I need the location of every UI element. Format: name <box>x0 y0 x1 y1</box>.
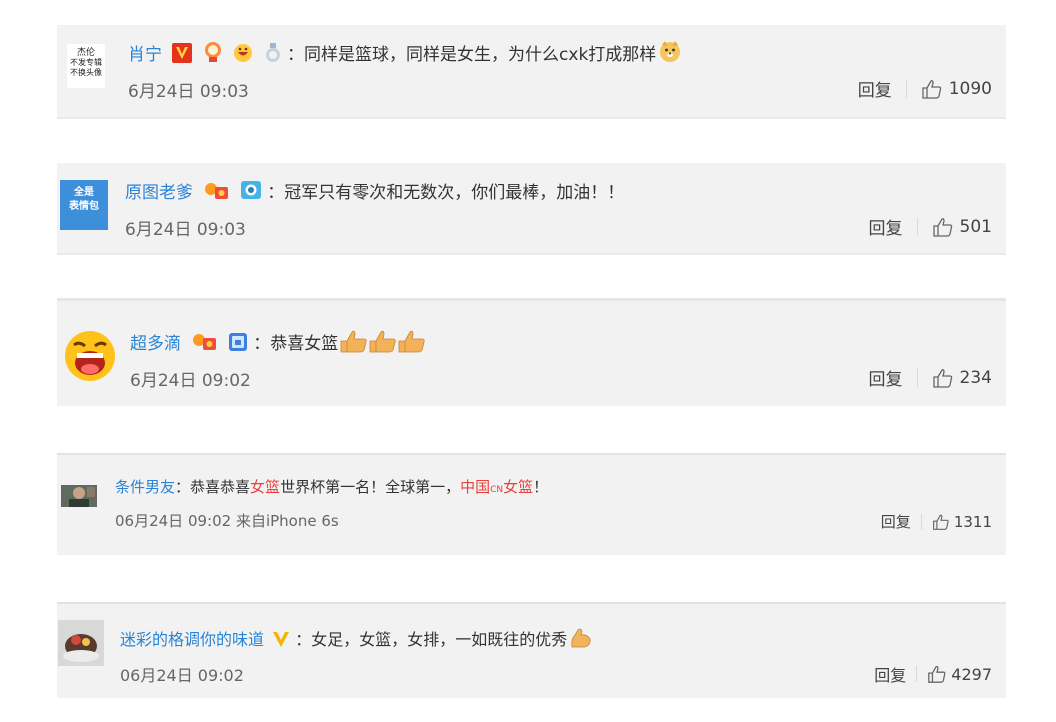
topic-link[interactable]: 中国CN女篮 <box>460 478 533 496</box>
laugh-emoji-icon <box>233 43 253 68</box>
reply-button[interactable]: 回复 <box>869 365 903 390</box>
comment-line: 肖宁 ：同样是篮球，同样是女生，为什么cxk打成那样 <box>128 39 682 68</box>
like-icon <box>932 513 950 531</box>
divider <box>916 368 918 387</box>
comment-text: 同样是篮球，同样是女生，为什么cxk打成那样 <box>304 45 657 65</box>
like-count: 4297 <box>951 664 992 684</box>
comment-text: 女足，女篮，女排，一如既往的优秀 <box>311 630 568 649</box>
divider <box>916 217 918 236</box>
avatar[interactable] <box>58 620 104 666</box>
like-count: 501 <box>959 216 992 237</box>
comment-actions: 回复 1311 <box>881 511 992 532</box>
comment-time: 6月24日 09:02 <box>130 371 251 391</box>
like-icon <box>927 664 947 684</box>
like-count: 234 <box>959 367 992 388</box>
like-icon <box>921 78 943 100</box>
username[interactable]: 条件男友 <box>115 478 175 496</box>
reply-button[interactable]: 回复 <box>869 214 903 239</box>
comment-actions: 回复 1090 <box>858 76 992 102</box>
vip-v-icon <box>272 630 290 652</box>
avatar[interactable] <box>63 329 117 383</box>
comment-text: 恭喜女篮 <box>270 334 339 354</box>
like-button[interactable]: 501 <box>932 216 992 238</box>
muscle-emoji-icon <box>569 627 593 653</box>
comment-actions: 回复 234 <box>869 365 992 391</box>
username[interactable]: 原图老爹 <box>125 183 193 203</box>
comment-actions: 回复 4297 <box>874 662 992 686</box>
comment-line: 原图老爹 ：冠军只有零次和无数次，你们最棒，加油！！ <box>125 178 624 206</box>
comment-card: 杰伦 不发专辑 不换头像 肖宁 ：同样是篮球，同样是女生，为什么cxk打成那样 … <box>57 25 1006 117</box>
divider <box>905 79 907 98</box>
divider <box>920 513 922 530</box>
user-photo-icon <box>57 473 101 513</box>
comment-card: 全是 表情包 原图老爹 ：冠军只有零次和无数次，你们最棒，加油！！ 6月24日 … <box>57 163 1006 253</box>
divider <box>916 666 918 682</box>
like-button[interactable]: 1311 <box>932 513 992 531</box>
calendar-badge-icon <box>228 332 248 357</box>
silver-medal-icon <box>264 43 282 68</box>
comment-time: 06月24日 09:02 <box>120 666 244 685</box>
like-button[interactable]: 1090 <box>921 78 992 100</box>
fan-badge-icon <box>191 332 217 357</box>
username[interactable]: 肖宁 <box>128 45 162 65</box>
like-button[interactable]: 234 <box>932 367 992 389</box>
comment-card: 超多滴 ：恭喜女篮 6月24日 09:02 回复 234 <box>57 298 1006 406</box>
doge-emoji-icon <box>658 39 682 68</box>
like-count: 1090 <box>948 78 992 99</box>
avatar[interactable]: 全是 表情包 <box>60 180 108 230</box>
like-icon <box>932 367 954 389</box>
comment-text: 恭喜恭喜女篮世界杯第一名！全球第一，中国CN女篮！ <box>190 478 549 496</box>
reply-button[interactable]: 回复 <box>858 76 892 101</box>
comment-time: 6月24日 09:03 <box>128 82 249 102</box>
laughing-face-icon <box>65 331 115 381</box>
like-icon <box>932 216 954 238</box>
reply-button[interactable]: 回复 <box>881 511 911 532</box>
vip-v-icon <box>172 43 193 68</box>
comment-time: 06月24日 09:02 来自iPhone 6s <box>115 512 339 530</box>
camera-badge-icon <box>240 179 262 206</box>
thumbs-up-emoji-icon <box>339 329 425 358</box>
comment-card: 条件男友：恭喜恭喜女篮世界杯第一名！全球第一，中国CN女篮！ 06月24日 09… <box>57 453 1006 555</box>
medal-icon <box>203 41 223 68</box>
comment-actions: 回复 501 <box>869 214 992 240</box>
like-button[interactable]: 4297 <box>927 664 992 684</box>
comment-line: 超多滴 ：恭喜女篮 <box>130 329 425 358</box>
comment-text: 冠军只有零次和无数次，你们最棒，加油！！ <box>284 183 625 203</box>
username[interactable]: 迷彩的格调你的味道 <box>120 630 264 649</box>
fan-badge-icon <box>203 181 229 206</box>
comment-time: 6月24日 09:03 <box>125 220 246 240</box>
comment-line: 条件男友：恭喜恭喜女篮世界杯第一名！全球第一，中国CN女篮！ <box>115 478 549 496</box>
topic-link[interactable]: 女篮 <box>250 478 280 496</box>
comment-line: 迷彩的格调你的味道 ：女足，女篮，女排，一如既往的优秀 <box>120 626 593 653</box>
username[interactable]: 超多滴 <box>130 334 181 354</box>
user-photo-icon <box>58 620 104 666</box>
reply-button[interactable]: 回复 <box>874 662 906 686</box>
avatar[interactable] <box>57 473 101 513</box>
avatar[interactable]: 杰伦 不发专辑 不换头像 <box>67 44 105 88</box>
comment-card: 迷彩的格调你的味道 ：女足，女篮，女排，一如既往的优秀 06月24日 09:02… <box>57 602 1006 698</box>
like-count: 1311 <box>953 512 992 531</box>
